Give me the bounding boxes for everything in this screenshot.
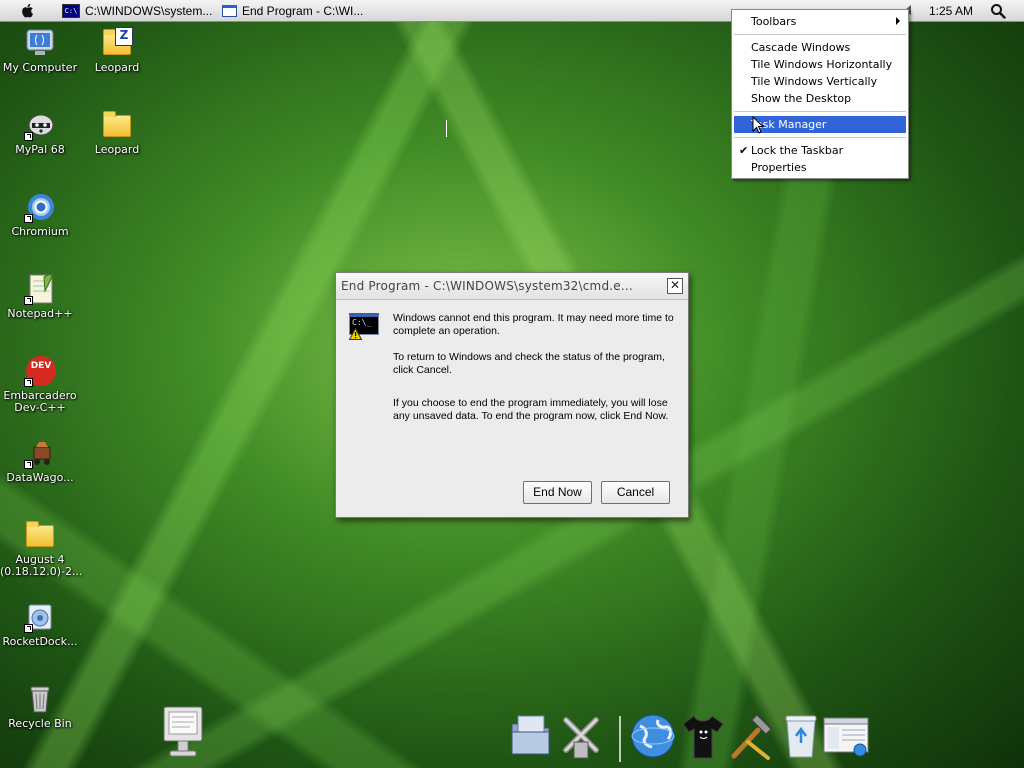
apple-icon[interactable] bbox=[20, 2, 36, 19]
end-now-button[interactable]: End Now bbox=[523, 481, 592, 504]
dialog-message-3: If you choose to end the program immedia… bbox=[393, 397, 669, 422]
menu-item-properties[interactable]: Properties bbox=[734, 159, 906, 176]
spotlight-search-icon[interactable] bbox=[990, 3, 1006, 19]
dock-item-hammer[interactable] bbox=[728, 712, 774, 762]
folder-icon bbox=[24, 519, 56, 551]
dock-item-tshirt[interactable] bbox=[680, 712, 726, 762]
desktop-icon-chromium[interactable]: Chromium bbox=[0, 191, 80, 238]
cmd-warning-icon: C:\_ bbox=[349, 313, 379, 341]
desktop-icon-label: RocketDock... bbox=[2, 635, 78, 648]
devcpp-icon: DEV bbox=[24, 355, 56, 387]
desktop-icon-august-folder[interactable]: August 4 (0.18.12.0)-2... bbox=[0, 519, 83, 578]
dock-item-recycle-bin[interactable] bbox=[778, 712, 824, 762]
menu-item-label: Toolbars bbox=[751, 15, 797, 28]
taskbar-item-label: End Program - C:\WI... bbox=[242, 4, 364, 18]
recycle-bin-icon bbox=[785, 715, 817, 758]
globe-icon bbox=[631, 714, 675, 758]
dialog-titlebar[interactable]: End Program - C:\WINDOWS\system32\cmd.e.… bbox=[336, 273, 688, 300]
desktop-icon-leopard-folder[interactable]: Leopard bbox=[77, 109, 157, 156]
desktop-icon-mypal[interactable]: MyPal 68 bbox=[0, 109, 80, 156]
clock[interactable]: 1:25 AM bbox=[929, 4, 973, 18]
tshirt-icon bbox=[682, 715, 724, 759]
desktop-icon-label: Leopard bbox=[94, 143, 140, 156]
notepad-icon bbox=[24, 273, 56, 305]
menu-item-show-desktop[interactable]: Show the Desktop bbox=[734, 90, 906, 107]
dialog-message-1: Windows cannot end this program. It may … bbox=[393, 312, 674, 337]
taskbar-item-label: C:\WINDOWS\system... bbox=[85, 4, 213, 18]
rocketdock-icon bbox=[24, 601, 56, 633]
dialog-message-2: To return to Windows and check the statu… bbox=[393, 351, 665, 376]
close-button[interactable]: ✕ bbox=[667, 278, 683, 294]
menu-item-toolbars[interactable]: Toolbars bbox=[734, 13, 906, 30]
dialog-title: End Program - C:\WINDOWS\system32\cmd.e.… bbox=[341, 279, 633, 293]
text-cursor bbox=[446, 120, 447, 137]
finder-folder-icon bbox=[511, 715, 550, 755]
desktop-icon-label: Leopard bbox=[94, 61, 140, 74]
folder-icon bbox=[101, 109, 133, 141]
xcode-tools-icon bbox=[563, 717, 599, 759]
mouse-pointer-icon bbox=[752, 116, 764, 134]
submenu-arrow-icon bbox=[896, 17, 900, 25]
window-icon bbox=[222, 5, 237, 17]
hammer-icon bbox=[731, 714, 772, 760]
desktop-icon-datawagon[interactable]: DataWago... bbox=[0, 437, 80, 484]
desktop-icon-label-line2: (0.18.12.0)-2... bbox=[0, 565, 83, 578]
computer-icon bbox=[24, 27, 56, 59]
zip-badge: Z bbox=[115, 27, 133, 46]
menu-separator bbox=[734, 137, 906, 138]
desktop-icon-label: My Computer bbox=[2, 61, 78, 74]
menu-item-label: Tile Windows Horizontally bbox=[751, 58, 893, 71]
desktop-icon-rocketdock[interactable]: RocketDock... bbox=[0, 601, 80, 648]
desktop-icon-notepad-plus-plus[interactable]: Notepad++ bbox=[0, 273, 80, 320]
datawagon-icon bbox=[24, 437, 56, 469]
checkmark-icon: ✔ bbox=[739, 144, 749, 157]
menu-item-label: Lock the Taskbar bbox=[751, 144, 844, 157]
recycle-bin-icon bbox=[24, 683, 56, 715]
menu-item-tile-vertically[interactable]: Tile Windows Vertically bbox=[734, 73, 906, 90]
menu-item-label: Show the Desktop bbox=[751, 92, 852, 105]
menu-item-label: Cascade Windows bbox=[751, 41, 851, 54]
dock-item-xcode-tools[interactable] bbox=[558, 712, 604, 762]
desktop-icon-label: Notepad++ bbox=[7, 307, 73, 320]
taskbar-context-menu: Toolbars Cascade Windows Tile Windows Ho… bbox=[731, 9, 909, 179]
desktop-icon-dev-cpp[interactable]: DEV Embarcadero Dev-C++ bbox=[0, 355, 80, 414]
monitor-icon bbox=[163, 706, 203, 757]
taskbar-item-cmd[interactable]: C:\ C:\WINDOWS\system... bbox=[62, 3, 212, 19]
menu-item-tile-horizontally[interactable]: Tile Windows Horizontally bbox=[734, 56, 906, 73]
end-program-dialog: End Program - C:\WINDOWS\system32\cmd.e.… bbox=[335, 272, 689, 518]
desktop-icon-label: Recycle Bin bbox=[8, 717, 72, 730]
menu-separator bbox=[734, 111, 906, 112]
dock-separator bbox=[619, 716, 621, 762]
dock-item-explorer-window[interactable] bbox=[822, 712, 869, 762]
desktop-icon-recycle-bin[interactable]: Recycle Bin bbox=[0, 683, 80, 730]
menu-item-cascade-windows[interactable]: Cascade Windows bbox=[734, 39, 906, 56]
desktop-icon-label: MyPal 68 bbox=[15, 143, 65, 156]
dock-item-finder[interactable] bbox=[508, 712, 554, 762]
mypal-icon bbox=[24, 109, 56, 141]
taskbar-item-end-program[interactable]: End Program - C:\WI... bbox=[222, 3, 363, 19]
dock-item-monitor[interactable] bbox=[160, 705, 206, 757]
cancel-button[interactable]: Cancel bbox=[601, 481, 670, 504]
desktop-icon-leopard-zip[interactable]: Z Leopard bbox=[77, 27, 157, 74]
explorer-window-icon bbox=[823, 717, 869, 757]
menu-item-label: Tile Windows Vertically bbox=[751, 75, 878, 88]
desktop-icon-label: DataWago... bbox=[6, 471, 74, 484]
menu-item-lock-taskbar[interactable]: ✔ Lock the Taskbar bbox=[734, 142, 906, 159]
zip-icon: Z bbox=[101, 27, 133, 59]
desktop-icon-label: Chromium bbox=[11, 225, 69, 238]
warning-icon bbox=[349, 328, 362, 340]
menu-item-label: Properties bbox=[751, 161, 807, 174]
cmd-icon: C:\ bbox=[62, 4, 80, 18]
desktop-icon-label-line2: Dev-C++ bbox=[14, 401, 66, 414]
menu-separator bbox=[734, 34, 906, 35]
chromium-icon bbox=[24, 191, 56, 223]
desktop-icon-my-computer[interactable]: My Computer bbox=[0, 27, 80, 74]
dock-item-globe[interactable] bbox=[630, 712, 676, 762]
